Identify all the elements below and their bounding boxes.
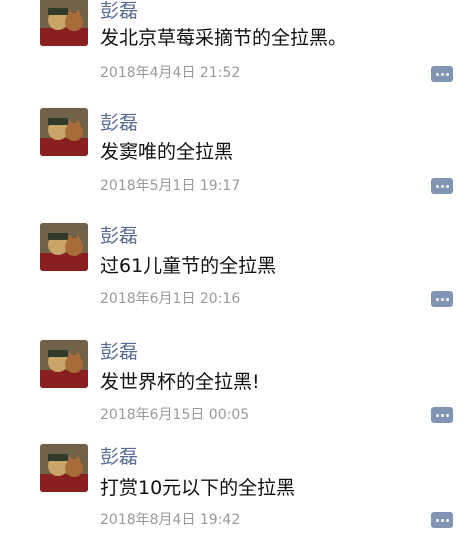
post-content: 发北京草莓采摘节的全拉黑。 [100, 27, 348, 49]
comment-dots-icon[interactable] [431, 178, 453, 194]
moments-feed: 彭磊 发北京草莓采摘节的全拉黑。 2018年4月4日 21:52 彭磊 发窦唯的… [0, 0, 475, 544]
moment-post: 彭磊 发北京草莓采摘节的全拉黑。 2018年4月4日 21:52 [0, 0, 475, 82]
post-content: 发窦唯的全拉黑 [100, 141, 234, 163]
comment-dots-icon[interactable] [431, 512, 453, 528]
post-time: 2018年8月4日 19:42 [100, 512, 241, 528]
post-time: 2018年4月4日 21:52 [100, 65, 241, 81]
post-author[interactable]: 彭磊 [100, 225, 138, 247]
comment-dots-icon[interactable] [431, 407, 453, 423]
avatar[interactable] [40, 223, 88, 271]
post-time: 2018年6月15日 00:05 [100, 407, 250, 423]
avatar-portrait-icon [40, 0, 88, 46]
avatar[interactable] [40, 340, 88, 388]
avatar-portrait-icon [40, 223, 88, 271]
avatar-portrait-icon [40, 108, 88, 156]
post-content: 发世界杯的全拉黑! [100, 371, 260, 393]
moment-post: 彭磊 发世界杯的全拉黑! 2018年6月15日 00:05 [0, 333, 475, 425]
comment-dots-icon[interactable] [431, 291, 453, 307]
post-content: 打赏10元以下的全拉黑 [100, 477, 296, 499]
post-author[interactable]: 彭磊 [100, 341, 138, 363]
comment-dots-icon[interactable] [431, 66, 453, 82]
avatar[interactable] [40, 444, 88, 492]
avatar[interactable] [40, 108, 88, 156]
post-time: 2018年6月1日 20:16 [100, 291, 241, 307]
post-author[interactable]: 彭磊 [100, 0, 138, 22]
avatar-portrait-icon [40, 340, 88, 388]
avatar[interactable] [40, 0, 88, 46]
avatar-portrait-icon [40, 444, 88, 492]
post-time: 2018年5月1日 19:17 [100, 178, 241, 194]
post-author[interactable]: 彭磊 [100, 446, 138, 468]
moment-post: 彭磊 过61儿童节的全拉黑 2018年6月1日 20:16 [0, 217, 475, 309]
moment-post: 彭磊 发窦唯的全拉黑 2018年5月1日 19:17 [0, 103, 475, 195]
moment-post: 彭磊 打赏10元以下的全拉黑 2018年8月4日 19:42 [0, 438, 475, 530]
post-author[interactable]: 彭磊 [100, 112, 138, 134]
post-content: 过61儿童节的全拉黑 [100, 255, 277, 277]
